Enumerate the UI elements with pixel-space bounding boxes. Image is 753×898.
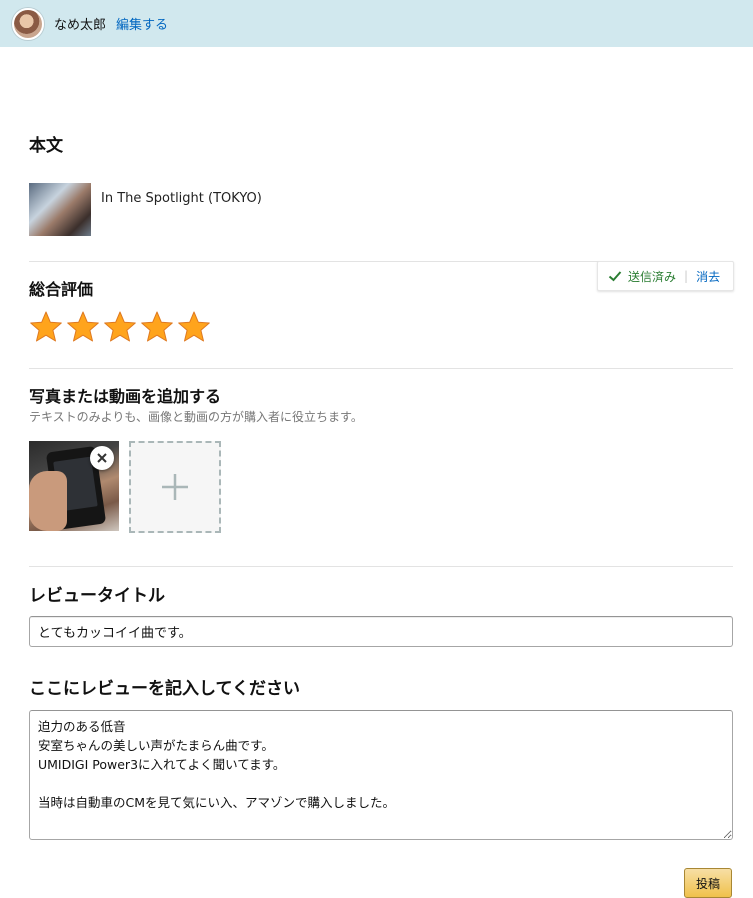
star-icon[interactable]: [177, 310, 211, 344]
product-name: In The Spotlight (TOKYO): [101, 191, 262, 206]
plus-icon: [162, 474, 188, 500]
add-media-button[interactable]: [129, 441, 221, 533]
star-icon[interactable]: [29, 310, 63, 344]
divider: [29, 566, 733, 567]
divider: [29, 368, 733, 369]
close-icon: [97, 453, 107, 463]
username: なめ太郎: [54, 18, 107, 33]
review-body-textarea[interactable]: 迫力のある低音 安室ちゃんの美しい声がたまらん曲です。 UMIDIGI Powe…: [29, 710, 733, 840]
page-header: なめ太郎 編集する: [0, 0, 753, 47]
check-icon: [608, 271, 622, 282]
review-title-heading: レビュータイトル: [29, 586, 165, 606]
product-thumbnail: [29, 183, 91, 236]
media-section-title: 写真または動画を追加する: [29, 387, 222, 406]
star-icon[interactable]: [66, 310, 100, 344]
rating-status-text: 送信済み: [628, 269, 677, 284]
star-rating[interactable]: [29, 310, 211, 344]
clear-rating-link[interactable]: 消去: [696, 268, 720, 285]
edit-profile-link[interactable]: 編集する: [116, 14, 168, 33]
star-icon[interactable]: [103, 310, 137, 344]
review-title-input[interactable]: [29, 616, 733, 647]
user-avatar[interactable]: [12, 7, 44, 40]
remove-photo-button[interactable]: [90, 446, 114, 470]
product-summary: In The Spotlight (TOKYO): [29, 183, 262, 236]
rating-section-title: 総合評価: [29, 280, 94, 299]
review-body-heading: ここにレビューを記入してください: [29, 679, 300, 699]
status-separator: |: [684, 269, 689, 283]
submit-button[interactable]: 投稿: [684, 868, 732, 898]
hand-image: [29, 471, 67, 531]
rating-status-box: 送信済み | 消去: [597, 261, 734, 291]
media-section-subtitle: テキストのみよりも、画像と動画の方が購入者に役立ちます。: [29, 410, 363, 424]
star-icon[interactable]: [140, 310, 174, 344]
body-section-title: 本文: [29, 136, 63, 156]
